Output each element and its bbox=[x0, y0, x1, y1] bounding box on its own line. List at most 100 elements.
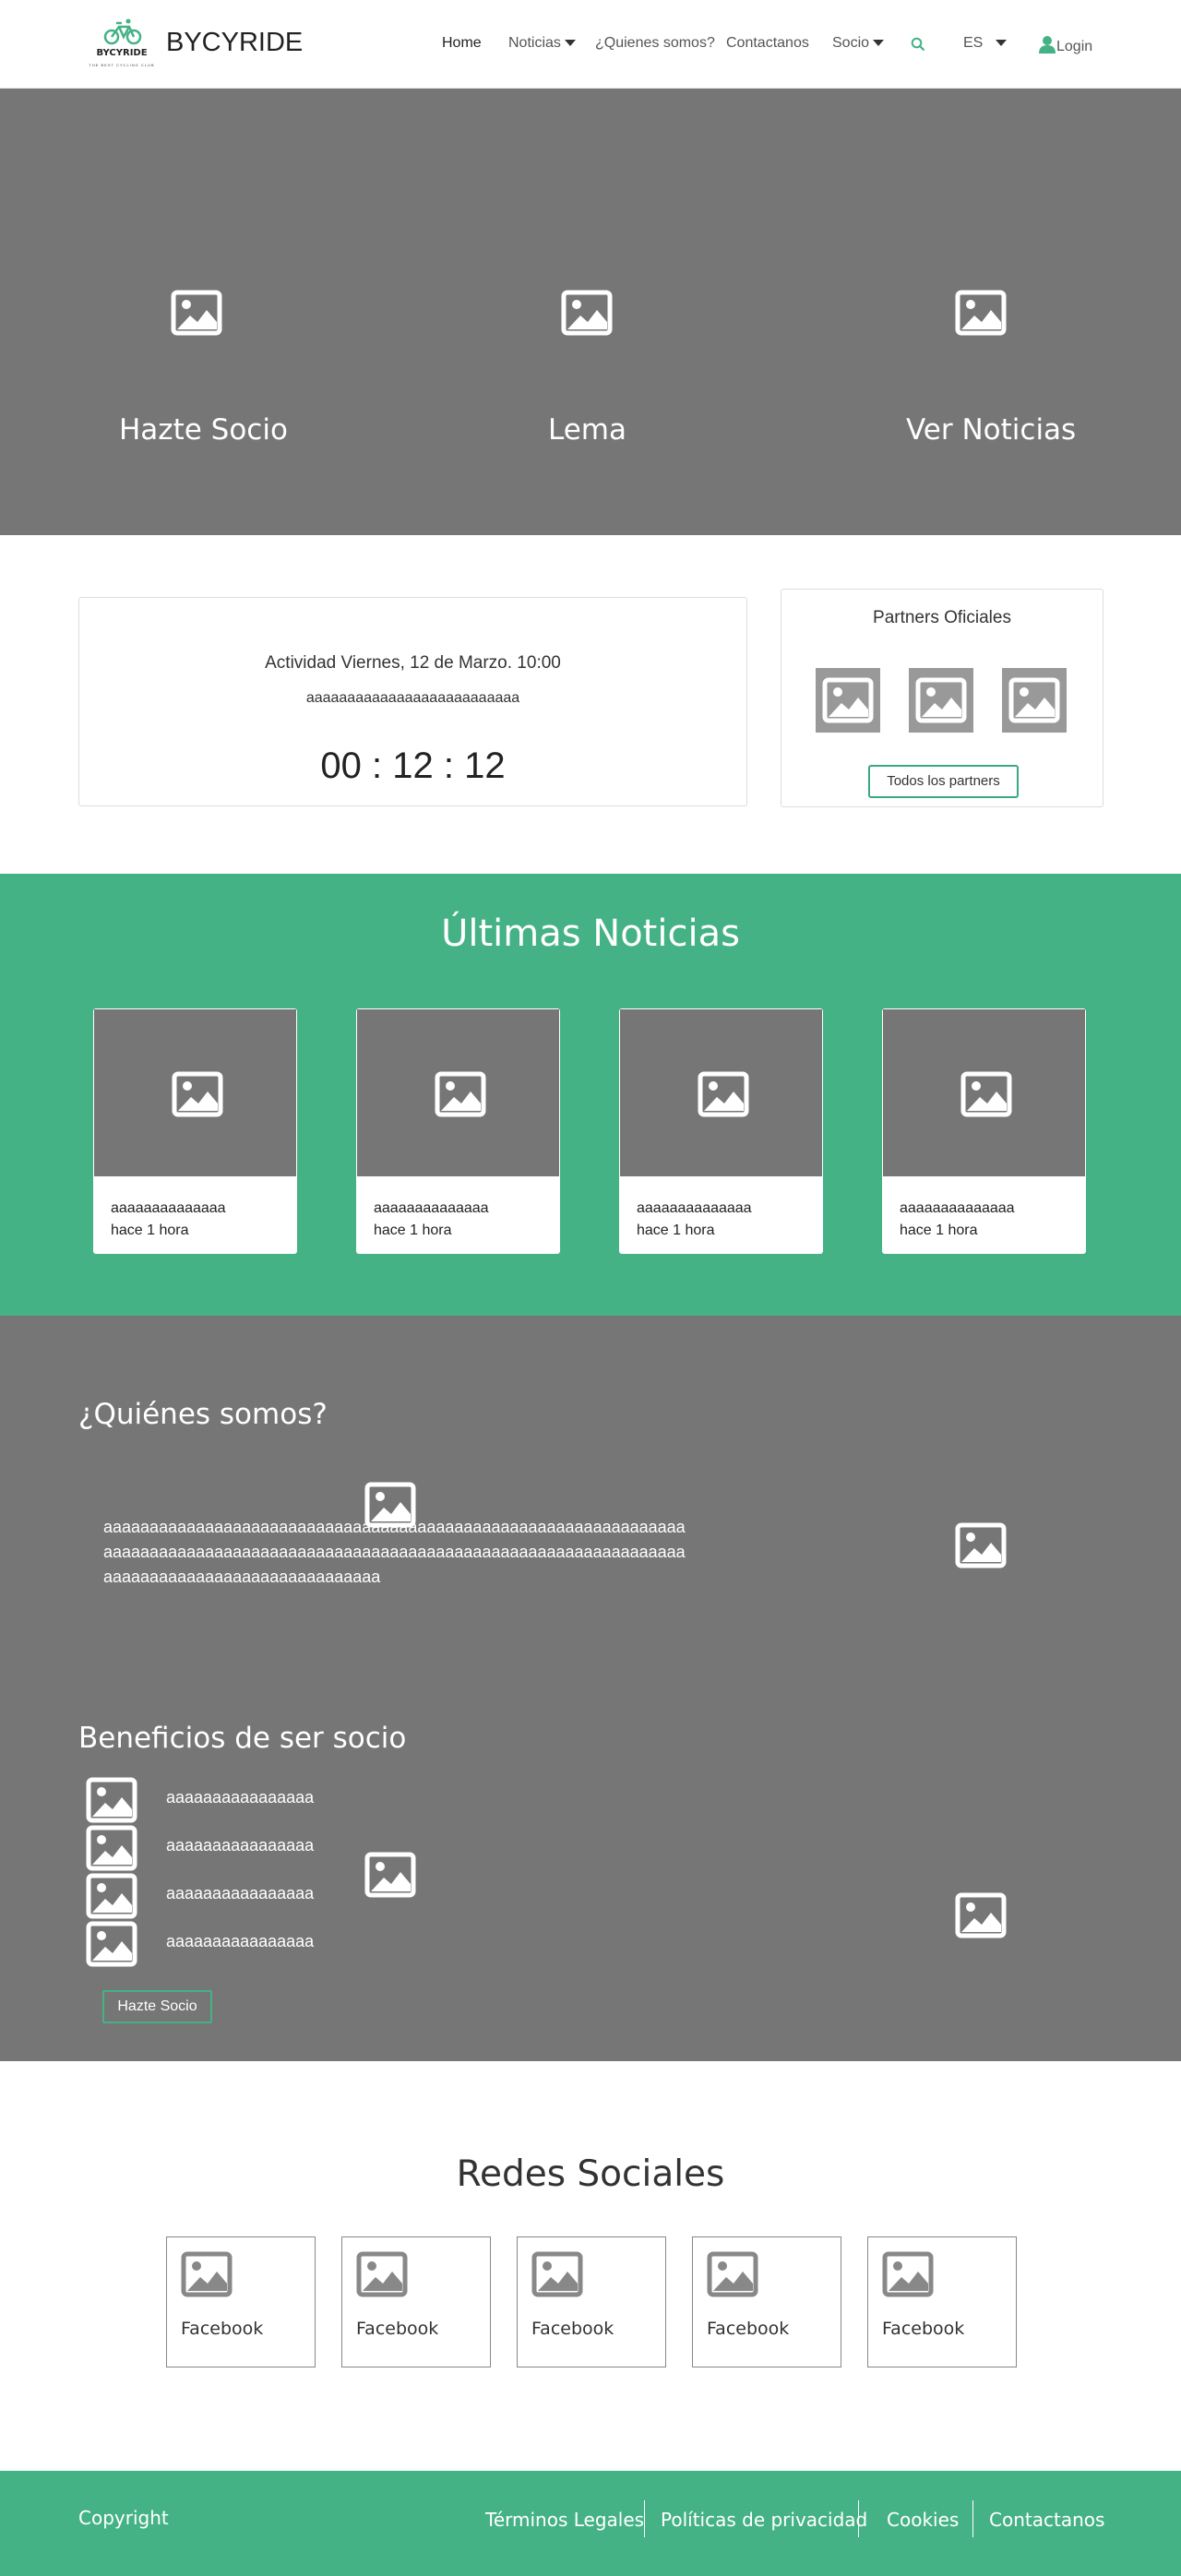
hazte-socio-button[interactable]: Hazte Socio bbox=[102, 1990, 212, 2023]
image-placeholder-icon bbox=[1008, 677, 1060, 723]
news-card[interactable]: aaaaaaaaaaaaaa hace 1 hora bbox=[93, 1008, 297, 1254]
social-label: Facebook bbox=[531, 2319, 614, 2339]
image-placeholder-icon bbox=[882, 2251, 934, 2297]
image-placeholder-icon bbox=[531, 2251, 583, 2297]
caret-down-icon bbox=[873, 40, 885, 47]
image-placeholder-icon bbox=[172, 1071, 223, 1117]
hero-ver-noticias-link[interactable]: Ver Noticias bbox=[906, 413, 1076, 447]
news-card-title: aaaaaaaaaaaaaa bbox=[900, 1200, 1015, 1216]
image-placeholder-icon bbox=[955, 1892, 1007, 1938]
nav-socio-dropdown[interactable]: Socio bbox=[832, 35, 885, 52]
social-title: Redes Sociales bbox=[456, 2153, 725, 2195]
event-title: Actividad Viernes, 12 de Marzo. 10:00 bbox=[265, 653, 561, 673]
nav-home-link[interactable]: Home bbox=[442, 35, 482, 52]
social-label: Facebook bbox=[181, 2319, 264, 2339]
benefit-text: aaaaaaaaaaaaaaaa bbox=[166, 1836, 315, 1854]
news-card-date: hace 1 hora bbox=[374, 1222, 452, 1238]
image-placeholder-icon bbox=[86, 1777, 137, 1823]
image-placeholder-icon bbox=[435, 1071, 486, 1117]
social-link-facebook[interactable]: Facebook bbox=[692, 2236, 841, 2367]
image-placeholder-icon bbox=[822, 677, 874, 723]
footer-divider bbox=[644, 2500, 645, 2537]
copyright-text: Copyright bbox=[78, 2507, 169, 2529]
social-label: Facebook bbox=[707, 2319, 790, 2339]
about-section: ¿Quiénes somos? aaaaaaaaaaaaaaaaaaaaaaaa… bbox=[0, 1316, 1181, 2061]
news-card-title: aaaaaaaaaaaaaa bbox=[111, 1200, 226, 1216]
image-placeholder-icon bbox=[356, 2251, 408, 2297]
logo-slogan: THE BEST CYCLING CLUB bbox=[89, 63, 155, 67]
bicycle-icon bbox=[103, 18, 142, 45]
social-link-facebook[interactable]: Facebook bbox=[341, 2236, 491, 2367]
footer-cookies-link[interactable]: Cookies bbox=[887, 2509, 959, 2531]
image-placeholder-icon bbox=[561, 290, 613, 336]
nav-quienes-link[interactable]: ¿Quienes somos? bbox=[595, 35, 715, 52]
navbar: BYCYRIDE THE BEST CYCLING CLUB BYCYRIDE … bbox=[0, 0, 1181, 89]
event-subtitle: aaaaaaaaaaaaaaaaaaaaaaaaaa bbox=[305, 690, 520, 706]
nav-socio-label: Socio bbox=[832, 35, 870, 51]
news-card-date: hace 1 hora bbox=[111, 1222, 189, 1238]
login-link[interactable]: Login bbox=[1038, 35, 1092, 55]
site-logo[interactable]: BYCYRIDE THE BEST CYCLING CLUB bbox=[85, 17, 159, 72]
news-card-date: hace 1 hora bbox=[900, 1222, 978, 1238]
brand-name[interactable]: BYCYRIDE bbox=[166, 28, 303, 58]
benefits-title: Beneficios de ser socio bbox=[78, 1722, 407, 1755]
image-placeholder-icon bbox=[181, 2251, 233, 2297]
image-placeholder-icon bbox=[86, 1873, 137, 1919]
news-image bbox=[619, 1008, 823, 1177]
hero-section: Hazte Socio Lema Ver Noticias bbox=[0, 89, 1181, 535]
user-icon bbox=[1039, 36, 1056, 54]
hero-lema-label: Lema bbox=[548, 413, 626, 447]
social-link-facebook[interactable]: Facebook bbox=[867, 2236, 1017, 2367]
footer: Copyright Términos Legales Políticas de … bbox=[0, 2471, 1181, 2576]
partner-logo[interactable] bbox=[816, 668, 880, 733]
social-label: Facebook bbox=[356, 2319, 439, 2339]
image-placeholder-icon bbox=[698, 1071, 749, 1117]
image-placeholder-icon bbox=[86, 1825, 137, 1871]
nav-noticias-label: Noticias bbox=[508, 35, 561, 51]
search-icon[interactable] bbox=[911, 37, 925, 56]
news-title: Últimas Noticias bbox=[441, 912, 740, 955]
news-card-title: aaaaaaaaaaaaaa bbox=[637, 1200, 752, 1216]
footer-divider bbox=[858, 2500, 859, 2537]
language-dropdown[interactable]: ES bbox=[963, 35, 1008, 52]
benefit-text: aaaaaaaaaaaaaaaa bbox=[166, 1884, 315, 1902]
all-partners-button[interactable]: Todos los partners bbox=[868, 765, 1019, 798]
event-card: Actividad Viernes, 12 de Marzo. 10:00 aa… bbox=[78, 597, 747, 806]
hero-hazte-socio-link[interactable]: Hazte Socio bbox=[119, 413, 288, 447]
news-card-date: hace 1 hora bbox=[637, 1222, 715, 1238]
image-placeholder-icon bbox=[960, 1071, 1012, 1117]
about-title: ¿Quiénes somos? bbox=[78, 1398, 328, 1431]
login-label: Login bbox=[1056, 39, 1093, 54]
partners-title: Partners Oficiales bbox=[873, 608, 1011, 627]
footer-divider bbox=[972, 2500, 973, 2537]
image-placeholder-icon bbox=[364, 1852, 416, 1898]
social-label: Facebook bbox=[882, 2319, 965, 2339]
news-card[interactable]: aaaaaaaaaaaaaa hace 1 hora bbox=[619, 1008, 823, 1254]
footer-terminos-link[interactable]: Términos Legales bbox=[485, 2509, 644, 2531]
nav-contactanos-link[interactable]: Contactanos bbox=[726, 35, 809, 52]
nav-noticias-dropdown[interactable]: Noticias bbox=[508, 35, 576, 52]
social-link-facebook[interactable]: Facebook bbox=[517, 2236, 666, 2367]
news-card[interactable]: aaaaaaaaaaaaaa hace 1 hora bbox=[356, 1008, 560, 1254]
image-placeholder-icon bbox=[707, 2251, 758, 2297]
about-text: aaaaaaaaaaaaaaaaaaaaaaaaaaaaaaaaaaaaaaaa… bbox=[103, 1518, 686, 1586]
image-placeholder-icon bbox=[86, 1921, 137, 1967]
news-image bbox=[356, 1008, 560, 1177]
image-placeholder-icon bbox=[171, 290, 222, 336]
benefit-text: aaaaaaaaaaaaaaaa bbox=[166, 1788, 315, 1807]
news-card[interactable]: aaaaaaaaaaaaaa hace 1 hora bbox=[882, 1008, 1086, 1254]
news-card-title: aaaaaaaaaaaaaa bbox=[374, 1200, 489, 1216]
caret-down-icon bbox=[996, 40, 1008, 47]
caret-down-icon bbox=[564, 40, 576, 47]
logo-text: BYCYRIDE bbox=[96, 48, 148, 58]
benefit-text: aaaaaaaaaaaaaaaa bbox=[166, 1932, 315, 1950]
language-label: ES bbox=[963, 35, 984, 51]
news-section: Últimas Noticias aaaaaaaaaaaaaa hace 1 h… bbox=[0, 874, 1181, 1316]
social-link-facebook[interactable]: Facebook bbox=[166, 2236, 316, 2367]
partner-logo[interactable] bbox=[1002, 668, 1067, 733]
image-placeholder-icon bbox=[955, 290, 1007, 336]
partner-logo[interactable] bbox=[909, 668, 973, 733]
news-image bbox=[882, 1008, 1086, 1177]
footer-contactanos-link[interactable]: Contactanos bbox=[989, 2509, 1104, 2531]
footer-privacidad-link[interactable]: Políticas de privacidad bbox=[661, 2509, 867, 2531]
